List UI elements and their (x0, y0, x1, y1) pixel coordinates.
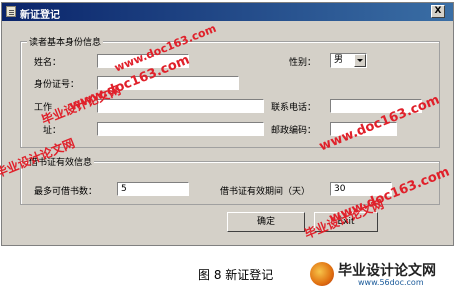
gender-select[interactable]: 男 (330, 53, 367, 68)
figure-caption: 图 8 新证登记 (198, 268, 274, 282)
logo-globe-icon (310, 262, 334, 286)
name-label: 姓名： (34, 58, 62, 68)
site-logo: 毕业设计论文网 www.56doc.com (304, 258, 469, 292)
id-label: 身份证号： (34, 80, 80, 90)
ok-button[interactable]: 确定 (227, 212, 305, 232)
logo-url: www.56doc.com (358, 278, 424, 287)
gender-value: 男 (334, 55, 344, 65)
basic-info-legend: 读者基本身份信息 (27, 35, 104, 48)
max-books-label: 最多可借书数： (34, 187, 98, 197)
postcode-label: 邮政编码： (271, 126, 317, 136)
app-icon (6, 6, 16, 17)
gender-label: 性别： (289, 58, 317, 68)
valid-period-label: 借书证有效期间（天） (220, 187, 311, 197)
window-title: 新证登记 (20, 10, 60, 21)
chevron-down-icon[interactable] (354, 54, 366, 67)
title-bar[interactable]: 新证登记 X (2, 3, 453, 21)
close-button[interactable]: X (431, 5, 445, 18)
address-input[interactable] (97, 122, 264, 136)
phone-label: 联系电话： (271, 103, 317, 113)
work-input[interactable] (97, 99, 264, 113)
max-books-input[interactable] (117, 182, 189, 196)
logo-text: 毕业设计论文网 (338, 263, 436, 279)
